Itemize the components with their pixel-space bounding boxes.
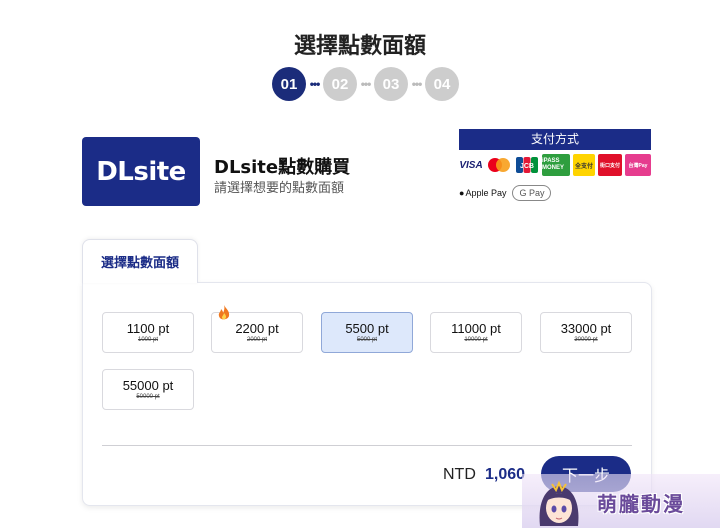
- tab-select-amount[interactable]: 選擇點數面額: [82, 239, 198, 283]
- payment-logos-row: VISA JCB iPASS MONEY 全支付 街口支付 台灣Pay: [459, 154, 651, 176]
- option-label: 11000 pt: [451, 321, 501, 336]
- jkopay-logo: 街口支付: [598, 154, 622, 176]
- watermark: 萌朧動漫: [522, 474, 720, 528]
- visa-logo: VISA: [459, 154, 483, 176]
- product-title: DLsite點數購買: [214, 157, 351, 178]
- svg-text:JCB: JCB: [520, 163, 534, 170]
- payment-methods-panel: 支付方式 VISA JCB iPASS MONEY 全支付 街口支付 台灣Pay…: [459, 129, 651, 201]
- payment-logos-row-2: ● Apple Pay G Pay: [459, 185, 651, 201]
- jcb-logo: JCB: [515, 154, 539, 176]
- watermark-text: 萌朧動漫: [597, 492, 685, 516]
- divider: [102, 445, 632, 446]
- jkopay-text: 街口支付: [599, 162, 620, 169]
- taiwan-pay-text: 台灣Pay: [628, 162, 648, 169]
- option-label: 5500 pt: [345, 321, 389, 336]
- option-original-price: 10000 pt: [464, 337, 488, 343]
- visa-logo-text: VISA: [459, 159, 483, 171]
- google-pay-logo: G Pay: [512, 185, 552, 201]
- product-subtitle: 請選擇想要的點數面額: [214, 181, 345, 196]
- apple-icon: ●: [459, 188, 465, 198]
- payment-methods-header: 支付方式: [459, 129, 651, 150]
- step-connector: •••: [411, 77, 423, 91]
- option-original-price: 2000 pt: [246, 337, 268, 343]
- step-indicator: 01 ••• 02 ••• 03 ••• 04: [272, 67, 459, 101]
- total-amount: 1,060: [485, 466, 526, 483]
- step-4: 04: [425, 67, 459, 101]
- ipass-money-logo: iPASS MONEY: [542, 154, 570, 176]
- jcb-icon: JCB: [516, 157, 538, 173]
- google-pay-text: G Pay: [519, 188, 545, 198]
- option-label: 2200 pt: [235, 321, 279, 336]
- mastercard-icon: [488, 158, 510, 172]
- option-1100pt[interactable]: 1100 pt 1000 pt: [102, 312, 194, 353]
- option-original-price: 1000 pt: [137, 337, 159, 343]
- option-original-price: 5000 pt: [356, 337, 378, 343]
- apple-pay-text: Apple Pay: [465, 188, 507, 198]
- option-55000pt[interactable]: 55000 pt 50000 pt: [102, 369, 194, 410]
- dlsite-logo: DLsite: [82, 137, 200, 206]
- quanzhifu-logo: 全支付: [573, 154, 595, 176]
- option-11000pt[interactable]: 11000 pt 10000 pt: [430, 312, 522, 353]
- step-connector: •••: [360, 77, 372, 91]
- page-title: 選擇點數面額: [293, 34, 426, 59]
- ipass-money-text: iPASS MONEY: [542, 158, 565, 171]
- mascot-icon: [539, 480, 579, 526]
- option-original-price: 30000 pt: [574, 337, 598, 343]
- step-connector: •••: [309, 77, 321, 91]
- total-currency: NTD: [443, 466, 476, 483]
- step-2: 02: [323, 67, 357, 101]
- step-3: 03: [374, 67, 408, 101]
- option-label: 55000 pt: [122, 378, 174, 393]
- option-label: 33000 pt: [560, 321, 612, 336]
- option-label: 1100 pt: [126, 321, 170, 336]
- option-5500pt[interactable]: 5500 pt 5000 pt: [321, 312, 413, 353]
- option-original-price: 50000 pt: [136, 394, 160, 400]
- mastercard-logo: [486, 154, 512, 176]
- quanzhifu-text: 全支付: [574, 163, 593, 170]
- taiwan-pay-logo: 台灣Pay: [625, 154, 651, 176]
- hot-fire-icon: [218, 305, 230, 320]
- option-33000pt[interactable]: 33000 pt 30000 pt: [540, 312, 632, 353]
- step-1: 01: [272, 67, 306, 101]
- apple-pay-logo: ● Apple Pay: [459, 188, 506, 198]
